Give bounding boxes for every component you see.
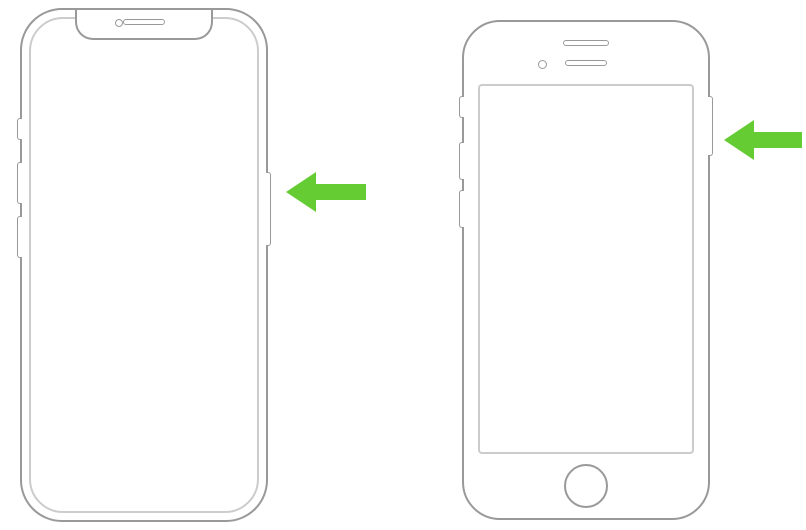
volume-down-button — [17, 216, 22, 258]
phone-face-id — [20, 8, 268, 522]
home-button — [564, 464, 608, 508]
arrow-left-icon — [716, 112, 806, 168]
volume-up-button — [17, 162, 22, 204]
phone-camera-icon — [115, 19, 123, 27]
phone-sensor — [565, 60, 607, 66]
phone-screen — [29, 17, 259, 513]
phone-top-speaker — [563, 40, 609, 46]
phone-home-button — [462, 20, 710, 520]
mute-switch — [459, 96, 464, 118]
arrow-left-icon — [276, 164, 374, 220]
phone-notch — [75, 10, 213, 40]
volume-up-button — [459, 142, 464, 180]
side-button — [266, 172, 271, 246]
phone-camera-icon — [538, 60, 547, 69]
phone-speaker — [123, 19, 165, 25]
mute-switch — [17, 118, 22, 140]
phone-screen — [478, 84, 694, 454]
side-button — [708, 96, 713, 156]
volume-down-button — [459, 190, 464, 228]
